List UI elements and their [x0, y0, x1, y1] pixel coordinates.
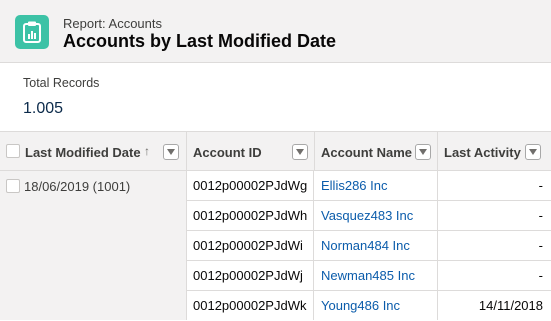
column-label: Account ID [193, 145, 262, 160]
total-records-value: 1.005 [23, 100, 64, 117]
account-name-link[interactable]: Newman485 Inc [321, 268, 415, 283]
column-menu-chevron-down-icon[interactable] [415, 144, 431, 160]
last-activity-cell: - [538, 208, 543, 223]
table-header: Last Modified Date ↑ Account ID Account … [0, 131, 551, 171]
column-header-last-modified-date[interactable]: Last Modified Date ↑ [0, 132, 187, 171]
column-header-account-name[interactable]: Account Name [315, 132, 438, 171]
column-menu-chevron-down-icon[interactable] [163, 144, 179, 160]
table-row: 0012p00002PJdWh Vasquez483 Inc - [187, 201, 551, 231]
table-row: 0012p00002PJdWk Young486 Inc 14/11/2018 [187, 291, 551, 321]
account-id-cell: 0012p00002PJdWk [187, 291, 314, 320]
account-id-cell: 0012p00002PJdWj [187, 261, 314, 290]
account-id-cell: 0012p00002PJdWh [187, 201, 314, 230]
last-activity-cell: - [538, 268, 543, 283]
column-label: Last Activity [444, 145, 521, 160]
account-name-cell: Newman485 Inc [314, 261, 438, 290]
select-all-checkbox[interactable] [6, 144, 20, 158]
last-activity-cell: - [538, 178, 543, 193]
account-name-cell: Vasquez483 Inc [314, 201, 438, 230]
report-table: Last Modified Date ↑ Account ID Account … [0, 131, 551, 320]
account-name-link[interactable]: Vasquez483 Inc [321, 208, 413, 223]
group-checkbox[interactable] [6, 179, 20, 193]
account-name-link[interactable]: Norman484 Inc [321, 238, 410, 253]
group-cell: 18/06/2019 (1001) [0, 171, 187, 320]
total-records-label: Total Records [23, 76, 100, 90]
account-name-link[interactable]: Young486 Inc [321, 298, 400, 313]
column-header-last-activity[interactable]: Last Activity [438, 132, 551, 171]
summary-panel: Total Records 1.005 [0, 63, 551, 131]
account-name-cell: Norman484 Inc [314, 231, 438, 260]
account-name-cell: Ellis286 Inc [314, 171, 438, 200]
column-label: Last Modified Date [25, 145, 141, 160]
table-row: 0012p00002PJdWi Norman484 Inc - [187, 231, 551, 261]
group-label: 18/06/2019 (1001) [24, 179, 131, 194]
table-row: 0012p00002PJdWj Newman485 Inc - [187, 261, 551, 291]
sort-ascending-icon[interactable]: ↑ [144, 144, 150, 158]
account-name-cell: Young486 Inc [314, 291, 438, 320]
column-menu-chevron-down-icon[interactable] [525, 144, 541, 160]
page-title: Accounts by Last Modified Date [63, 31, 337, 51]
report-header: Report: Accounts Accounts by Last Modifi… [0, 0, 551, 63]
column-header-account-id[interactable]: Account ID [187, 132, 315, 171]
column-label: Account Name [321, 145, 413, 160]
column-menu-chevron-down-icon[interactable] [292, 144, 308, 160]
report-type-label: Report: Accounts [63, 16, 162, 31]
last-activity-cell: 14/11/2018 [478, 298, 543, 313]
table-row: 0012p00002PJdWg Ellis286 Inc - [187, 171, 551, 201]
account-name-link[interactable]: Ellis286 Inc [321, 178, 387, 193]
report-icon [15, 15, 49, 49]
account-id-cell: 0012p00002PJdWg [187, 171, 314, 200]
last-activity-cell: - [538, 238, 543, 253]
account-id-cell: 0012p00002PJdWi [187, 231, 314, 260]
